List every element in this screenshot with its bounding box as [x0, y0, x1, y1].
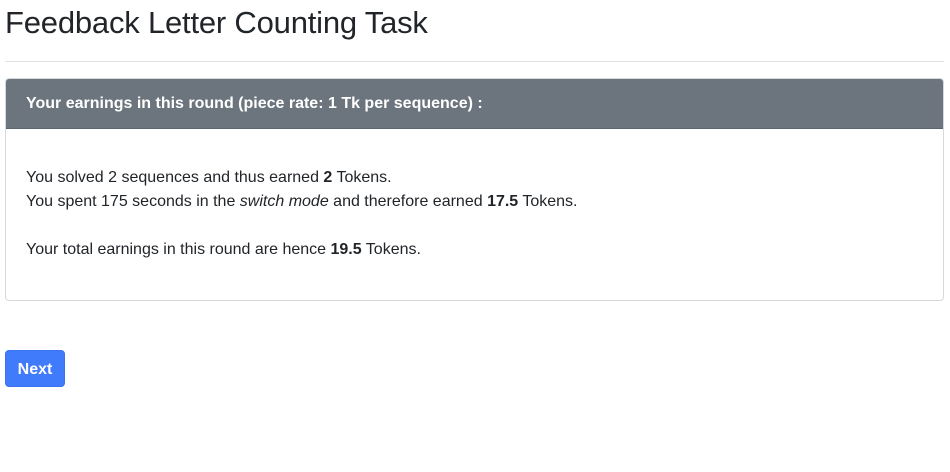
page-title: Feedback Letter Counting Task	[5, 5, 428, 40]
switch-mode-earnings-unit: Tokens.	[518, 193, 578, 210]
next-button[interactable]: Next	[5, 350, 65, 387]
total-earnings-amount: 19.5	[330, 241, 362, 258]
switch-mode-earnings-middle: and therefore earned	[328, 193, 488, 210]
switch-mode-earnings-text: You spent 175 seconds in the	[26, 193, 240, 210]
switch-mode-earnings-line: You spent 175 seconds in the switch mode…	[26, 190, 923, 214]
earnings-card: Your earnings in this round (piece rate:…	[5, 78, 944, 301]
switch-mode-term: switch mode	[239, 193, 329, 210]
sequences-earnings-amount: 2	[323, 169, 333, 186]
total-earnings-text: Your total earnings in this round are he…	[26, 241, 331, 258]
sequences-earnings-unit: Tokens.	[332, 169, 392, 186]
title-divider	[5, 61, 944, 62]
total-earnings-line: Your total earnings in this round are he…	[26, 238, 923, 262]
earnings-card-header: Your earnings in this round (piece rate:…	[6, 79, 943, 129]
switch-mode-earnings-amount: 17.5	[487, 193, 519, 210]
sequences-earnings-text: You solved 2 sequences and thus earned	[26, 169, 324, 186]
line-spacer	[26, 214, 923, 238]
sequences-earnings-line: You solved 2 sequences and thus earned 2…	[26, 166, 923, 190]
earnings-card-body: You solved 2 sequences and thus earned 2…	[6, 129, 943, 300]
page: Feedback Letter Counting Task Your earni…	[0, 0, 950, 472]
total-earnings-unit: Tokens.	[361, 241, 421, 258]
